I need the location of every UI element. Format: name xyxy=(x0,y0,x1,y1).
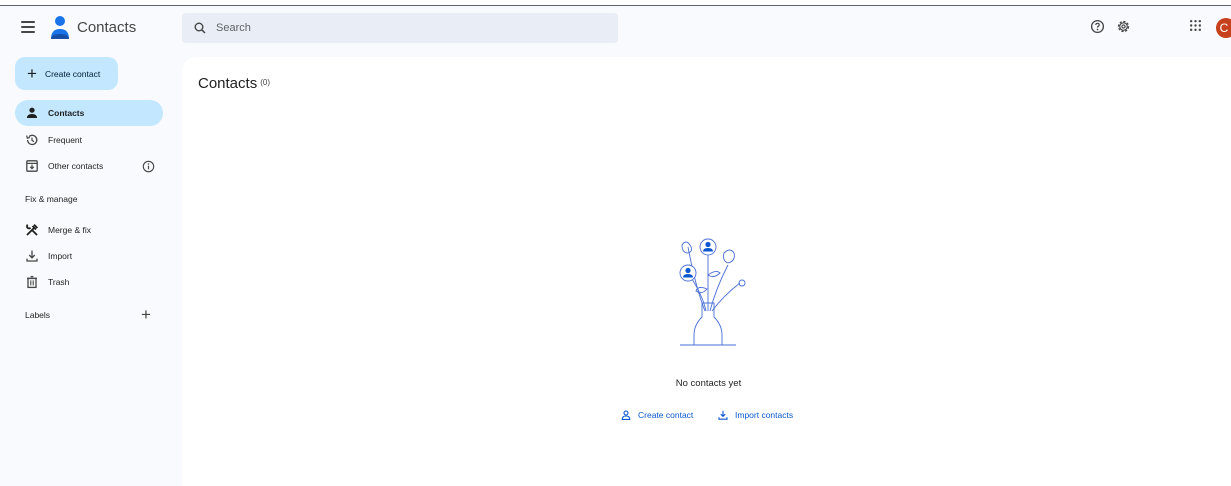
contact-count: (0) xyxy=(260,78,270,87)
help-icon[interactable] xyxy=(1090,19,1105,34)
plus-icon: + xyxy=(27,64,37,83)
sidebar-item-merge-fix[interactable]: Merge & fix xyxy=(15,217,163,243)
sidebar-item-label: Frequent xyxy=(48,135,83,145)
settings-gear-icon[interactable] xyxy=(1116,19,1131,34)
import-contacts-link[interactable]: Import contacts xyxy=(718,410,793,420)
add-label-button[interactable]: + xyxy=(141,306,151,323)
search-bar[interactable] xyxy=(182,13,618,43)
header: Contacts C xyxy=(0,7,1231,49)
page-title-text: Contacts xyxy=(198,75,258,92)
sidebar-item-import[interactable]: Import xyxy=(15,243,163,269)
sidebar-item-label: Contacts xyxy=(48,108,85,118)
import-contacts-link-label: Import contacts xyxy=(735,410,794,420)
app-name: Contacts xyxy=(77,19,137,36)
window-top-edge xyxy=(0,0,1231,6)
sidebar-item-label: Other contacts xyxy=(48,161,104,171)
download-icon xyxy=(26,250,38,262)
apps-grid-icon[interactable] xyxy=(1189,19,1202,32)
empty-state-illustration xyxy=(679,238,746,346)
person-icon xyxy=(27,107,37,118)
page-title: Contacts (0) xyxy=(198,75,270,92)
create-contact-button[interactable]: + Create contact xyxy=(15,57,118,90)
sidebar-item-label: Import xyxy=(48,251,73,261)
sidebar-item-trash[interactable]: Trash xyxy=(15,269,163,295)
labels-heading: Labels xyxy=(25,310,51,320)
main-content: Contacts (0) No contacts yet Create cont… xyxy=(182,57,1231,486)
sidebar-item-frequent[interactable]: Frequent xyxy=(15,127,163,153)
inbox-download-icon xyxy=(26,160,38,172)
search-icon xyxy=(194,22,206,34)
sidebar-item-label: Trash xyxy=(48,277,70,287)
add-person-icon xyxy=(621,410,631,420)
download-icon xyxy=(718,410,728,420)
create-contact-link[interactable]: Create contact xyxy=(621,410,693,420)
fix-manage-heading: Fix & manage xyxy=(25,194,78,204)
info-icon[interactable] xyxy=(142,160,155,173)
merge-tools-icon xyxy=(26,223,39,236)
history-icon xyxy=(26,134,38,146)
create-contact-link-label: Create contact xyxy=(638,410,694,420)
empty-state-text: No contacts yet xyxy=(675,378,742,389)
contacts-logo-icon xyxy=(51,16,69,39)
main-menu-button[interactable] xyxy=(21,20,37,34)
trash-icon xyxy=(27,275,37,289)
account-avatar[interactable]: C xyxy=(1216,18,1231,38)
sidebar-item-label: Merge & fix xyxy=(48,225,91,235)
sidebar-item-other-contacts[interactable]: Other contacts xyxy=(15,153,163,179)
search-input[interactable] xyxy=(216,22,596,34)
create-contact-label: Create contact xyxy=(44,68,101,79)
sidebar-item-contacts[interactable]: Contacts xyxy=(15,100,163,126)
